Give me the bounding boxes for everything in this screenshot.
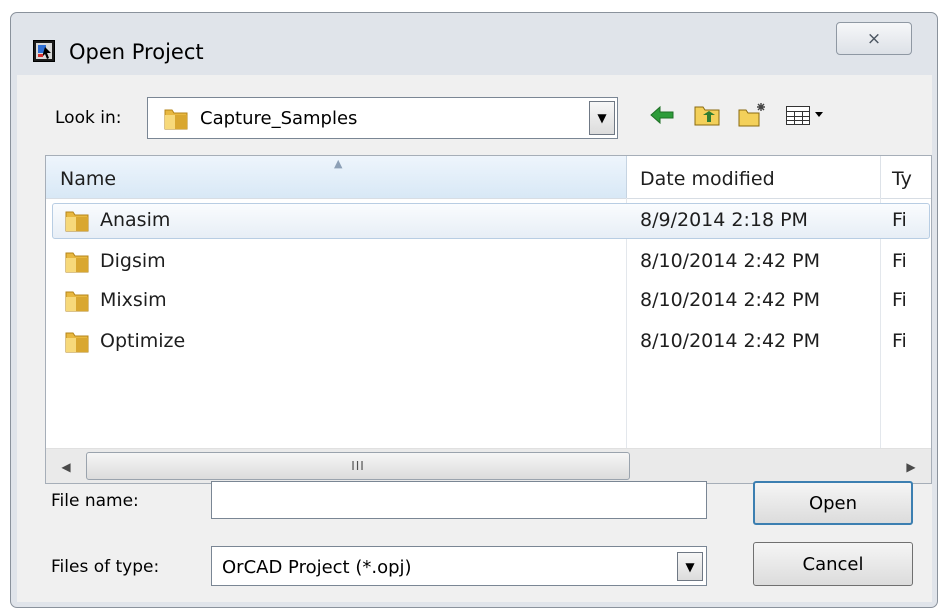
chevron-down-icon: ▼ (597, 111, 607, 125)
horizontal-scrollbar[interactable]: ◀ III ▶ (46, 448, 931, 483)
file-row-mixsim[interactable]: Mixsim 8/10/2014 2:42 PM Fi (46, 281, 931, 319)
header-divider[interactable] (880, 156, 881, 198)
scrollbar-thumb[interactable]: III (86, 452, 630, 480)
up-folder-button[interactable] (693, 103, 721, 131)
folder-icon (64, 329, 90, 354)
open-button[interactable]: Open (753, 481, 913, 525)
file-date: 8/9/2014 2:18 PM (640, 209, 808, 231)
folder-icon (163, 106, 189, 131)
header-name-label: Name (60, 168, 117, 190)
new-folder-button[interactable] (738, 103, 766, 131)
view-menu-button[interactable] (785, 103, 827, 131)
grip-icon: III (351, 459, 365, 473)
files-of-type-value: OrCAD Project (*.opj) (222, 557, 412, 578)
file-type: Fi (892, 209, 907, 231)
file-name: Digsim (100, 250, 166, 272)
look-in-dropdown-button[interactable]: ▼ (589, 101, 615, 135)
look-in-label: Look in: (55, 108, 122, 128)
folder-icon (64, 249, 90, 274)
file-date: 8/10/2014 2:42 PM (640, 330, 821, 352)
dialog-client-area: Look in: Capture_Samples ▼ ▲ Name Date m… (17, 75, 932, 602)
chevron-right-icon: ▶ (906, 459, 916, 474)
new-folder-icon (737, 102, 767, 132)
file-type: Fi (892, 330, 907, 352)
back-button[interactable] (648, 103, 676, 131)
close-icon: ⨯ (866, 28, 882, 49)
file-name-input[interactable] (211, 481, 707, 519)
back-arrow-icon (649, 105, 675, 129)
files-of-type-label: Files of type: (51, 557, 160, 577)
file-name: Mixsim (100, 289, 167, 311)
file-row-optimize[interactable]: Optimize 8/10/2014 2:42 PM Fi (46, 322, 931, 360)
close-button[interactable]: ⨯ (836, 22, 912, 55)
files-of-type-combo[interactable]: OrCAD Project (*.opj) ▼ (211, 546, 707, 586)
scroll-right-button[interactable]: ▶ (897, 449, 925, 483)
open-project-dialog: Open Project ⨯ Look in: Capture_Samples … (10, 12, 938, 608)
chevron-down-icon: ▼ (685, 559, 695, 574)
look-in-value: Capture_Samples (200, 108, 358, 129)
file-name: Optimize (100, 330, 186, 352)
file-name: Anasim (100, 209, 171, 231)
header-date-modified[interactable]: Date modified (640, 168, 775, 190)
header-name[interactable]: ▲ Name (46, 156, 627, 198)
file-type: Fi (892, 250, 907, 272)
up-folder-icon (693, 103, 721, 131)
chevron-left-icon: ◀ (61, 459, 71, 474)
file-date: 8/10/2014 2:42 PM (640, 250, 821, 272)
file-name-label: File name: (51, 491, 139, 511)
files-of-type-dropdown-button[interactable]: ▼ (677, 552, 703, 581)
title-bar[interactable]: Open Project ⨯ (11, 13, 937, 75)
file-row-anasim[interactable]: Anasim 8/9/2014 2:18 PM Fi (46, 201, 931, 239)
dialog-title: Open Project (69, 40, 204, 64)
folder-icon (64, 288, 90, 313)
view-menu-icon (785, 103, 827, 131)
cancel-button[interactable]: Cancel (753, 542, 913, 586)
folder-icon (64, 208, 90, 233)
look-in-combo[interactable]: Capture_Samples ▼ (147, 97, 618, 139)
list-header: ▲ Name Date modified Ty (46, 156, 931, 199)
sort-ascending-icon: ▲ (334, 157, 343, 170)
file-date: 8/10/2014 2:42 PM (640, 289, 821, 311)
file-list[interactable]: ▲ Name Date modified Ty Anasim 8/9/2014 … (45, 155, 932, 484)
scroll-left-button[interactable]: ◀ (52, 449, 80, 483)
file-type: Fi (892, 289, 907, 311)
file-row-digsim[interactable]: Digsim 8/10/2014 2:42 PM Fi (46, 242, 931, 280)
orcad-app-icon (33, 40, 55, 62)
header-type[interactable]: Ty (892, 168, 912, 190)
